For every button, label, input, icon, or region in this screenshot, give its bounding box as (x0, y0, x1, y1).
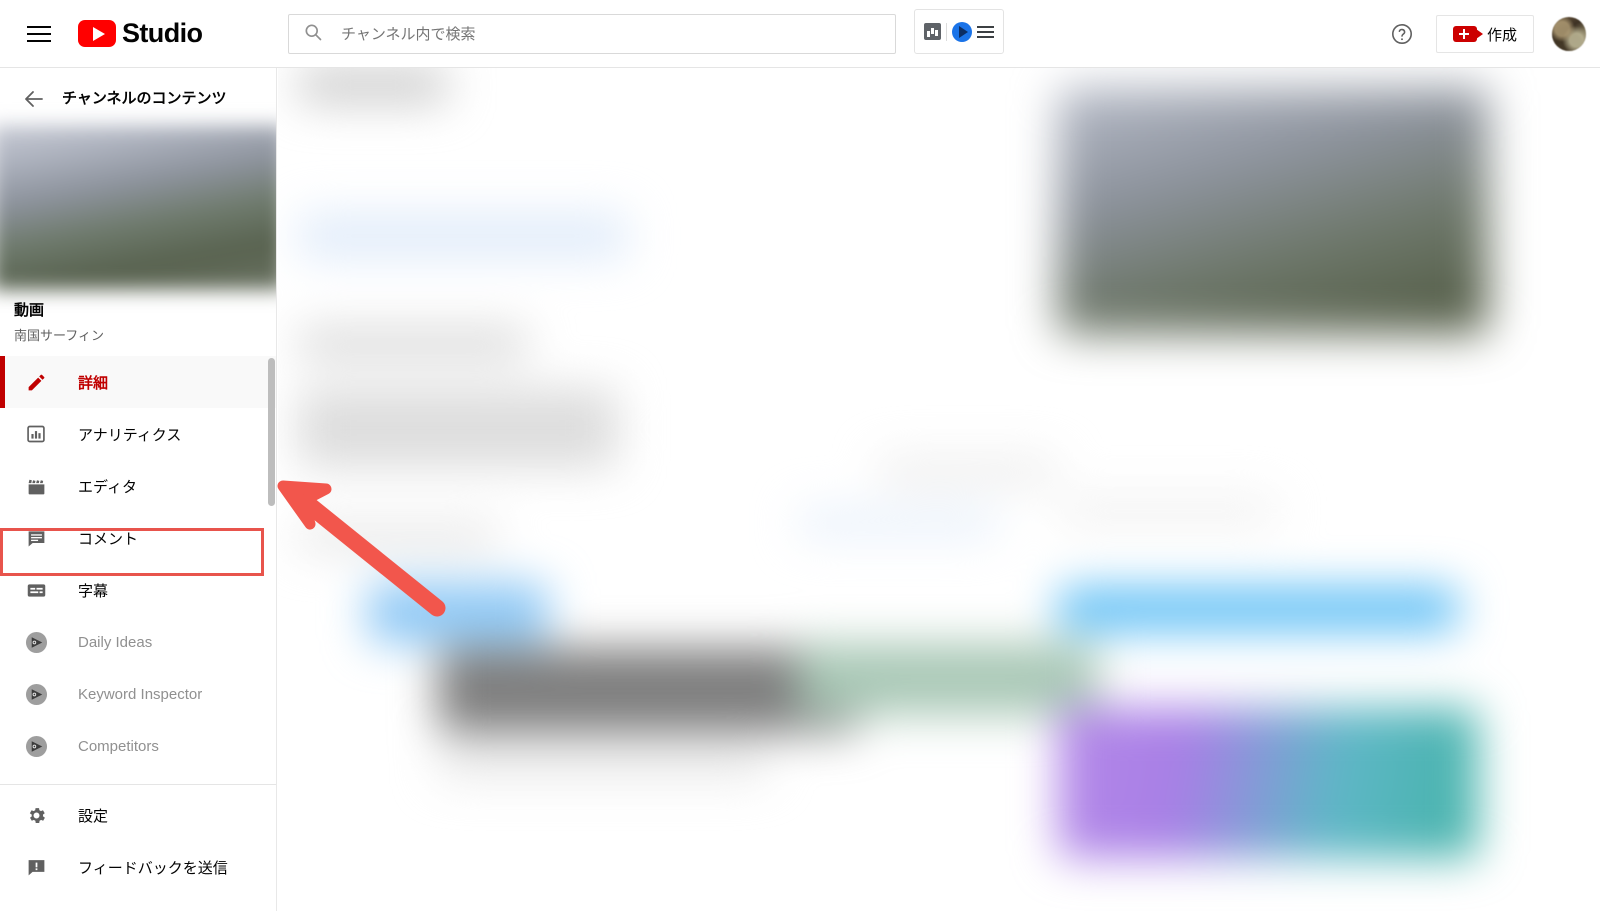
sidebar-item-label: エディタ (78, 478, 137, 496)
sidebar-item-daily-ideas[interactable]: Daily Ideas (0, 616, 276, 668)
video-meta: 動画 南国サーフィン (0, 285, 276, 354)
sidebar-item-label: 設定 (78, 807, 109, 825)
create-button[interactable]: 作成 (1435, 15, 1534, 53)
sidebar-scrollbar[interactable] (268, 358, 275, 506)
top-app-bar: Studio チャンネル内で検索 作成 (0, 0, 1600, 68)
left-sidebar: チャンネルのコンテンツ 動画 南国サーフィン 詳細 アナリティクス エディタ コ… (0, 68, 277, 911)
sidebar-item-editor[interactable]: エディタ (0, 460, 276, 512)
youtube-studio-logo[interactable]: Studio (78, 18, 203, 49)
sidebar-item-subtitles[interactable]: 字幕 (0, 564, 276, 616)
sidebar-item-send-feedback[interactable]: フィードバックを送信 (0, 841, 276, 893)
video-thumbnail-blurred (0, 125, 276, 290)
youtube-play-icon (78, 20, 116, 47)
main-content-area (278, 68, 1600, 911)
bar-chart-icon[interactable] (924, 23, 941, 40)
back-arrow-icon[interactable] (14, 79, 54, 119)
search-box[interactable] (288, 14, 896, 54)
vidiq-logo-icon (24, 630, 48, 654)
top-bar-actions: 作成 (1382, 0, 1586, 68)
sidebar-item-label: Keyword Inspector (78, 685, 203, 703)
feedback-icon (24, 855, 48, 879)
vidiq-logo-icon[interactable] (952, 21, 972, 42)
video-title: 動画 (14, 302, 45, 319)
page-title: チャンネルのコンテンツ (62, 89, 227, 107)
vidiq-logo-icon (24, 734, 48, 758)
search-container (288, 14, 896, 54)
vidiq-logo-icon (24, 682, 48, 706)
sidebar-item-comments[interactable]: コメント (0, 512, 276, 564)
video-camera-plus-icon (1452, 26, 1483, 42)
sidebar-item-label: Competitors (78, 737, 159, 755)
pencil-icon (24, 370, 48, 394)
youtube-studio-page: Studio チャンネル内で検索 作成 チャンネルのコンテンツ 動画 南国サーフ… (0, 0, 1600, 911)
extension-menu-icon[interactable] (977, 25, 994, 38)
sidebar-item-details[interactable]: 詳細 (0, 356, 276, 408)
bar-chart-icon (24, 422, 48, 446)
browser-extension-toolbar (914, 9, 1004, 54)
toolbar-divider (946, 22, 947, 41)
sidebar-item-competitors[interactable]: Competitors (0, 720, 276, 772)
sidebar-divider (0, 784, 276, 785)
blurred-content-layer (278, 68, 1600, 911)
comment-icon (24, 526, 48, 550)
sidebar-item-label: アナリティクス (78, 426, 182, 444)
avatar[interactable] (1552, 17, 1586, 51)
clapperboard-icon (24, 474, 48, 498)
sidebar-item-settings[interactable]: 設定 (0, 789, 276, 841)
create-button-label: 作成 (1486, 26, 1517, 44)
video-subtitle: 南国サーフィン (14, 328, 104, 343)
hamburger-menu-icon[interactable] (16, 11, 62, 57)
sidebar-item-label: Daily Ideas (78, 633, 153, 651)
help-circle-icon[interactable] (1382, 14, 1422, 54)
sidebar-menu: 詳細 アナリティクス エディタ コメント 字幕 Daily Ideas Keyw… (0, 354, 276, 893)
sidebar-item-label: 詳細 (78, 374, 109, 392)
sidebar-item-label: フィードバックを送信 (78, 859, 228, 877)
subtitles-icon (24, 578, 48, 602)
brand-label: Studio (122, 18, 203, 48)
search-input[interactable] (341, 25, 895, 43)
sidebar-item-label: 字幕 (78, 582, 109, 600)
sidebar-header: チャンネルのコンテンツ (0, 68, 276, 130)
search-icon (303, 22, 323, 47)
sidebar-item-label: コメント (78, 530, 139, 548)
gear-icon (24, 803, 48, 827)
sidebar-item-analytics[interactable]: アナリティクス (0, 408, 276, 460)
sidebar-item-keyword-inspector[interactable]: Keyword Inspector (0, 668, 276, 720)
